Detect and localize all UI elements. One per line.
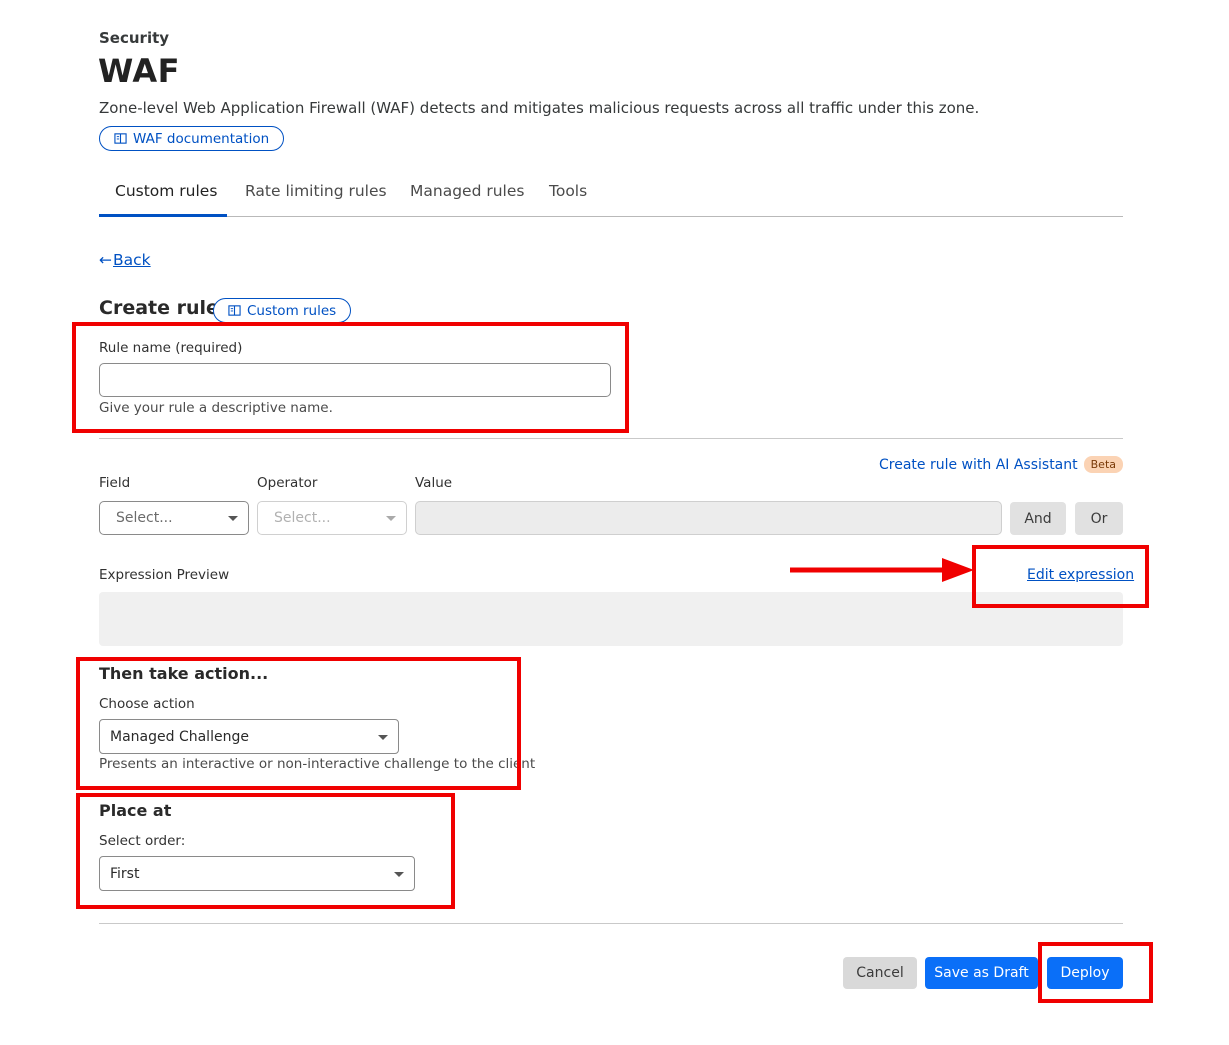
- edit-expression-link[interactable]: Edit expression: [1027, 567, 1134, 583]
- create-rule-title: Create rule: [99, 297, 219, 319]
- field-label: Field: [99, 475, 131, 491]
- value-input[interactable]: [415, 501, 1002, 535]
- field-select-value: Select...: [116, 510, 173, 526]
- or-button[interactable]: Or: [1075, 502, 1123, 535]
- operator-label: Operator: [257, 475, 318, 491]
- tab-custom-rules[interactable]: Custom rules: [115, 182, 217, 200]
- book-icon: [114, 133, 127, 144]
- rule-name-help: Give your rule a descriptive name.: [99, 400, 333, 416]
- beta-badge: Beta: [1083, 456, 1123, 473]
- chevron-down-icon: [228, 516, 238, 521]
- action-select[interactable]: Managed Challenge: [99, 719, 399, 754]
- divider: [99, 438, 1123, 439]
- action-heading: Then take action...: [99, 664, 269, 683]
- action-help: Presents an interactive or non-interacti…: [99, 756, 536, 772]
- tab-tools[interactable]: Tools: [549, 182, 587, 200]
- chevron-down-icon: [386, 516, 396, 521]
- custom-rules-doc-label: Custom rules: [247, 302, 337, 319]
- action-select-value: Managed Challenge: [110, 728, 249, 745]
- tab-rate-limiting-rules[interactable]: Rate limiting rules: [245, 182, 387, 200]
- active-tab-indicator: [99, 214, 227, 217]
- annotation-arrow-icon: [790, 558, 974, 582]
- chevron-down-icon: [378, 735, 388, 740]
- back-label: Back: [113, 251, 151, 269]
- select-order-label: Select order:: [99, 833, 186, 849]
- choose-action-label: Choose action: [99, 696, 195, 712]
- order-select[interactable]: First: [99, 856, 415, 891]
- deploy-button[interactable]: Deploy: [1047, 957, 1123, 989]
- ai-assistant-link[interactable]: Create rule with AI Assistant Beta: [879, 456, 1123, 473]
- custom-rules-doc-link[interactable]: Custom rules: [213, 298, 352, 323]
- page-description: Zone-level Web Application Firewall (WAF…: [99, 99, 980, 117]
- arrow-left-icon: ←: [99, 251, 112, 269]
- cancel-button[interactable]: Cancel: [843, 957, 917, 989]
- rule-name-label: Rule name (required): [99, 340, 243, 356]
- rule-name-input[interactable]: [99, 363, 611, 397]
- divider: [99, 923, 1123, 924]
- chevron-down-icon: [394, 872, 404, 877]
- expression-preview-label: Expression Preview: [99, 567, 230, 583]
- value-label: Value: [415, 475, 453, 491]
- and-button[interactable]: And: [1010, 502, 1066, 535]
- back-link[interactable]: ←Back: [99, 251, 151, 269]
- order-select-value: First: [110, 865, 140, 882]
- place-at-heading: Place at: [99, 801, 172, 820]
- operator-select-value: Select...: [274, 510, 331, 526]
- section-label: Security: [99, 29, 170, 47]
- field-select[interactable]: Select...: [99, 501, 249, 535]
- save-as-draft-button[interactable]: Save as Draft: [925, 957, 1038, 989]
- tab-managed-rules[interactable]: Managed rules: [410, 182, 524, 200]
- book-icon: [228, 305, 241, 316]
- page-title: WAF: [98, 52, 180, 90]
- ai-assistant-label: Create rule with AI Assistant: [878, 456, 1078, 473]
- expression-preview-box: [99, 592, 1123, 646]
- operator-select[interactable]: Select...: [257, 501, 407, 535]
- waf-documentation-link[interactable]: WAF documentation: [99, 126, 285, 151]
- waf-documentation-label: WAF documentation: [133, 130, 270, 147]
- tab-bar: Custom rules Rate limiting rules Managed…: [99, 176, 1123, 217]
